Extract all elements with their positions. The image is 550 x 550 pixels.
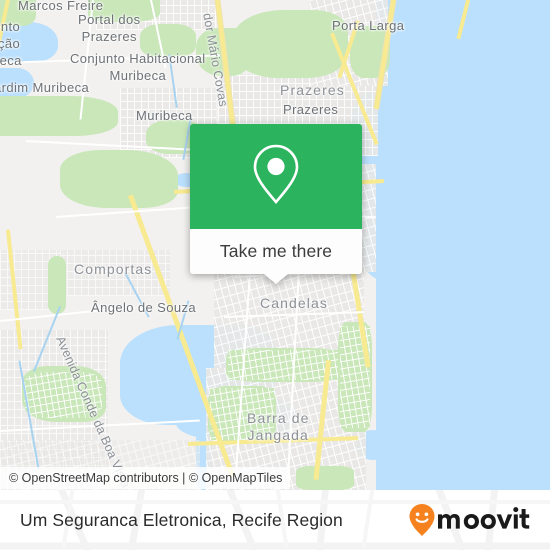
map-attribution[interactable]: © OpenStreetMap contributors | © OpenMap…: [0, 467, 291, 489]
map-pin-icon: [250, 142, 302, 211]
popup-header: [190, 124, 362, 229]
moovit-wordmark: [438, 507, 530, 529]
attribution-text: © OpenStreetMap contributors | © OpenMap…: [9, 471, 283, 485]
take-me-there-button[interactable]: Take me there: [190, 229, 362, 274]
page-footer: Um Seguranca Eletronica, Recife Region: [0, 490, 550, 550]
moovit-logo[interactable]: [408, 503, 532, 537]
park-jangada-left-blocks: [24, 372, 102, 418]
water-lagoon-left-2: [0, 68, 34, 98]
water-lagoon-left: [0, 22, 58, 62]
take-me-there-label: Take me there: [219, 241, 333, 261]
park-muribeca-s: [60, 150, 178, 208]
moovit-pin-icon: [409, 504, 435, 536]
water-pond-mid: [162, 364, 184, 404]
footer-row: Um Seguranca Eletronica, Recife Region: [0, 490, 550, 550]
park-nw: [88, 0, 160, 22]
popup-pointer-tail: [264, 274, 288, 284]
page-title: Um Seguranca Eletronica, Recife Region: [20, 509, 343, 530]
destination-popup-card[interactable]: Take me there: [190, 124, 362, 284]
park-nw2: [140, 24, 196, 58]
park-se-small: [296, 466, 354, 490]
park-left-band: [0, 96, 118, 136]
moovit-map-share-page: Marcos FreirePortal dos Prazeresnento ra…: [0, 0, 550, 550]
map-canvas[interactable]: Marcos FreirePortal dos Prazeresnento ra…: [0, 0, 550, 490]
park-lane-west: [48, 256, 66, 314]
